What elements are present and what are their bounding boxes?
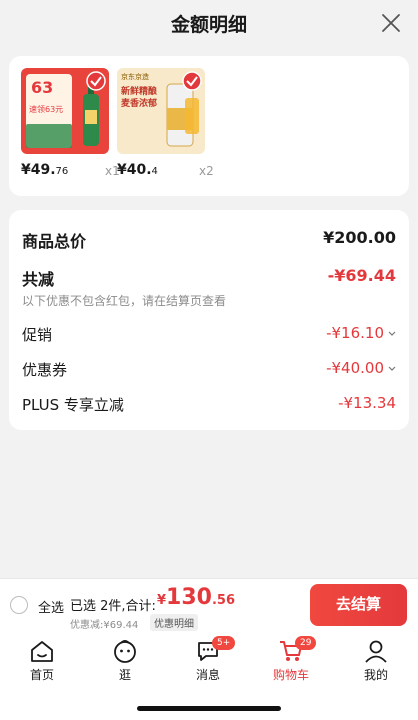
product-price: ¥40.4 bbox=[117, 162, 158, 178]
coupon-value: -¥40.00 bbox=[326, 359, 396, 377]
total-price-value: ¥200.00 bbox=[323, 228, 396, 247]
checkout-total: ¥130.56 bbox=[157, 585, 236, 610]
total-price-row: 商品总价 ¥200.00 bbox=[22, 228, 396, 252]
tab-cart-label: 购物车 bbox=[272, 668, 309, 682]
chevron-down-icon bbox=[388, 331, 396, 336]
product-price: ¥49.76 bbox=[21, 162, 69, 178]
promo-value: -¥16.10 bbox=[326, 324, 396, 342]
tab-browse-label: 逛 bbox=[118, 668, 131, 682]
product-promo-text: 速领63元 bbox=[29, 105, 64, 114]
product-item[interactable]: 63 速领63元 ¥49.76 x1 bbox=[21, 68, 120, 178]
chevron-down-icon bbox=[388, 366, 396, 371]
tab-mine[interactable]: 我的 bbox=[344, 638, 408, 683]
plus-row: PLUS 专享立减 -¥13.34 bbox=[22, 394, 396, 418]
check-icon bbox=[86, 71, 106, 91]
profile-icon bbox=[365, 640, 387, 663]
promo-label: 促销 bbox=[22, 326, 53, 344]
total-reduce-label: 共减 bbox=[22, 270, 55, 289]
product-promo-text: 新鲜精酿麦香浓郁 bbox=[121, 87, 158, 109]
tab-messages-label: 消息 bbox=[195, 668, 220, 682]
checkout-button[interactable]: 去结算 bbox=[310, 584, 407, 626]
home-indicator bbox=[137, 706, 281, 711]
promo-row[interactable]: 促销 -¥16.10 bbox=[22, 324, 396, 348]
product-quantity: x2 bbox=[199, 164, 214, 178]
coupon-row[interactable]: 优惠券 -¥40.00 bbox=[22, 359, 396, 383]
selected-count: 已选 2件,合计: bbox=[70, 599, 156, 614]
home-icon bbox=[31, 641, 53, 662]
products-card: 63 速领63元 ¥49.76 x1 京东京造 新鲜精酿麦香浓郁 ¥40.4 x… bbox=[9, 56, 409, 196]
plus-value: -¥13.34 bbox=[338, 394, 396, 412]
plus-label: PLUS 专享立减 bbox=[22, 396, 124, 414]
browse-face-icon bbox=[114, 640, 136, 663]
price-summary-card: 商品总价 ¥200.00 共减 -¥69.44 以下优惠不包含红包，请在结算页查… bbox=[9, 210, 409, 430]
product-brand: 京东京造 bbox=[121, 73, 149, 81]
product-item[interactable]: 京东京造 新鲜精酿麦香浓郁 ¥40.4 x2 bbox=[117, 68, 214, 178]
checkout-bar: 全选 已选 2件,合计: ¥130.56 优惠减:¥69.44 优惠明细 去结算 bbox=[0, 578, 418, 634]
discount-amount: 优惠减:¥69.44 bbox=[70, 620, 139, 631]
product-image[interactable]: 63 速领63元 bbox=[21, 68, 109, 154]
cart-badge: 29 bbox=[295, 636, 317, 650]
messages-badge: 5+ bbox=[212, 636, 236, 650]
header: 金额明细 bbox=[0, 0, 418, 46]
discount-note: 以下优惠不包含红包，请在结算页查看 bbox=[22, 294, 227, 308]
select-all-label[interactable]: 全选 bbox=[38, 597, 64, 616]
tab-browse[interactable]: 逛 bbox=[93, 638, 157, 683]
tab-messages[interactable]: 5+ 消息 bbox=[176, 636, 240, 683]
total-reduce-row: 共减 -¥69.44 bbox=[22, 266, 396, 290]
close-icon[interactable] bbox=[380, 12, 402, 34]
total-reduce-value: -¥69.44 bbox=[327, 266, 396, 285]
tab-mine-label: 我的 bbox=[363, 668, 388, 682]
tab-home[interactable]: 首页 bbox=[10, 638, 74, 683]
tab-cart[interactable]: 29 购物车 bbox=[259, 636, 323, 683]
discount-detail-button[interactable]: 优惠明细 bbox=[150, 614, 198, 631]
product-image[interactable]: 京东京造 新鲜精酿麦香浓郁 bbox=[117, 68, 205, 154]
product-badge: 63 bbox=[31, 78, 54, 97]
check-icon bbox=[182, 71, 202, 91]
page-title: 金额明细 bbox=[170, 14, 247, 36]
coupon-label: 优惠券 bbox=[22, 361, 68, 379]
select-all-radio[interactable] bbox=[10, 596, 28, 614]
total-price-label: 商品总价 bbox=[22, 232, 87, 251]
tab-home-label: 首页 bbox=[29, 668, 54, 682]
